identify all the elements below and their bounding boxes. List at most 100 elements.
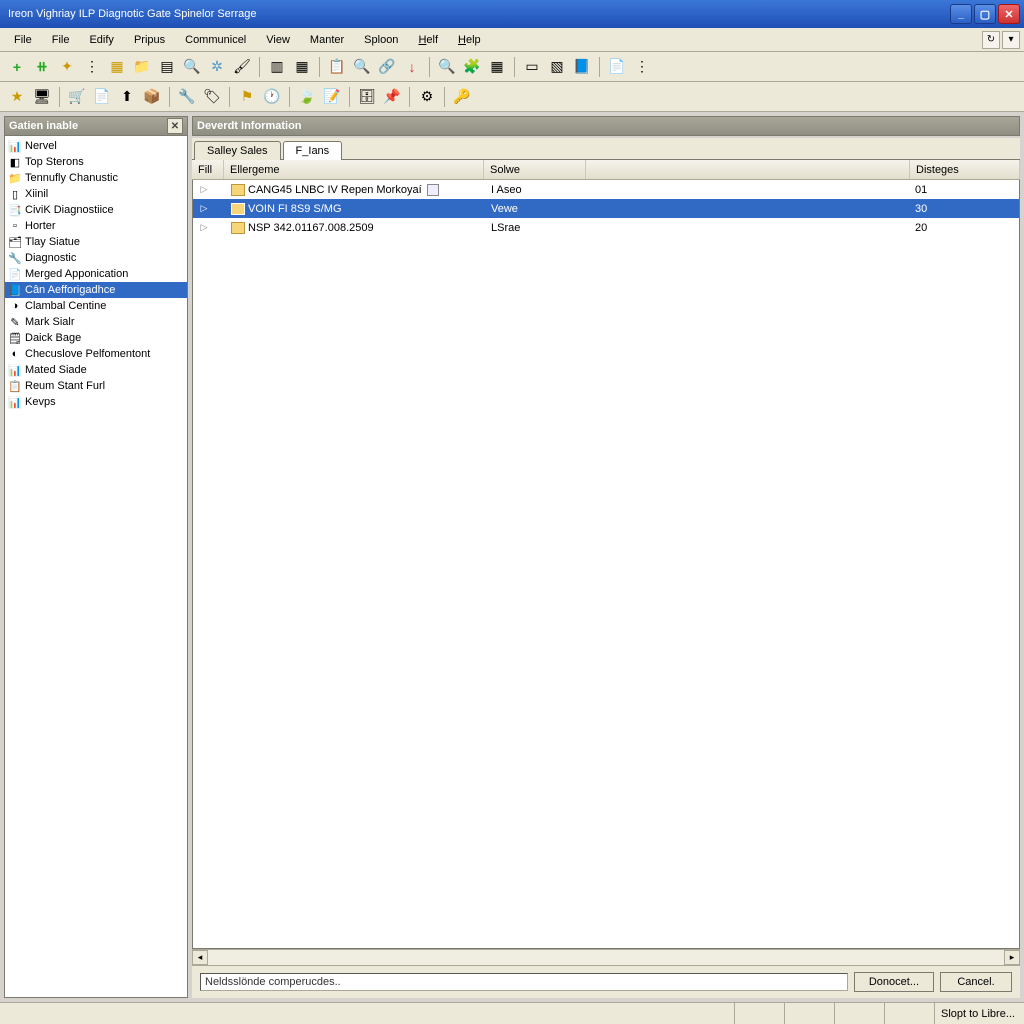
search-icon[interactable]: 🔍 <box>181 56 203 78</box>
add-icon[interactable]: + <box>6 56 28 78</box>
t2-monitor-icon[interactable]: 🖥 <box>31 86 53 108</box>
expand-icon[interactable]: ▷ <box>199 184 209 195</box>
tree-item-icon: 📄 <box>8 267 22 281</box>
toolbar-2: ★ 🖥 🛒 📄 ⬆ 📦 🔧 🏷 ⚑ 🕐 🍃 📝 🗄 📌 ⚙ 🔑 <box>0 82 1024 112</box>
tree-item-label: CiviK Diagnostiice <box>25 204 114 216</box>
scroll-track[interactable] <box>208 950 1004 965</box>
zoom-icon[interactable]: 🔍 <box>351 56 373 78</box>
maximize-button[interactable]: ▢ <box>974 4 996 24</box>
t2-up-icon[interactable]: ⬆ <box>116 86 138 108</box>
t2-clock-icon[interactable]: 🕐 <box>261 86 283 108</box>
scroll-left-icon[interactable]: ◂ <box>192 950 208 965</box>
menu-edify[interactable]: Edify <box>79 31 123 49</box>
menu-file-2[interactable]: File <box>42 31 80 49</box>
dropdown-small-icon[interactable]: ▾ <box>1002 31 1020 49</box>
more-icon[interactable]: ⋮ <box>631 56 653 78</box>
col-fill[interactable]: Fill <box>192 160 224 179</box>
menu-view[interactable]: View <box>256 31 300 49</box>
sidebar-close-icon[interactable]: ✕ <box>167 118 183 134</box>
sidebar-item-7[interactable]: 🔧Diagnostic <box>5 250 187 266</box>
sidebar-item-13[interactable]: ◐Checuslove Pelfomentont <box>5 346 187 362</box>
sidebar-item-9[interactable]: 📘Cân Aefforigadhce <box>5 282 187 298</box>
t2-doc-icon[interactable]: 📄 <box>91 86 113 108</box>
menu-manter[interactable]: Manter <box>300 31 354 49</box>
puzzle-icon[interactable]: 🧩 <box>461 56 483 78</box>
star-icon[interactable]: ✲ <box>206 56 228 78</box>
sparkle-icon[interactable]: ✦ <box>56 56 78 78</box>
menu-file-1[interactable]: File <box>4 31 42 49</box>
main-panel-header: Deverdt Information <box>192 116 1020 136</box>
link-icon[interactable]: 🔗 <box>376 56 398 78</box>
grid-icon[interactable]: ▤ <box>156 56 178 78</box>
t2-cart-icon[interactable]: 🛒 <box>66 86 88 108</box>
sidebar-item-6[interactable]: 🗂Tlay Siatue <box>5 234 187 250</box>
menu-communicel[interactable]: Communicel <box>175 31 256 49</box>
calendar-icon[interactable]: ▦ <box>486 56 508 78</box>
table-icon[interactable]: ▦ <box>291 56 313 78</box>
list-icon[interactable]: ▥ <box>266 56 288 78</box>
folder-icon <box>231 184 245 196</box>
refresh-small-icon[interactable]: ↻ <box>982 31 1000 49</box>
table-row[interactable]: ▷VOIN FI 8S9 S/MGVewe30 <box>193 199 1019 218</box>
t2-flag-icon[interactable]: ⚑ <box>236 86 258 108</box>
sidebar-item-8[interactable]: 📄Merged Apponication <box>5 266 187 282</box>
sidebar-item-1[interactable]: ◧Top Sterons <box>5 154 187 170</box>
col-ellergeme[interactable]: Ellergeme <box>224 160 484 179</box>
menu-help[interactable]: Help <box>448 31 491 49</box>
t2-leaf-icon[interactable]: 🍃 <box>296 86 318 108</box>
grid-body[interactable]: ▷CANG45 LNBC IV Repen MorkoyaíI Aseo01▷V… <box>192 180 1020 949</box>
t2-wrench-icon[interactable]: 🔧 <box>176 86 198 108</box>
col-solwe[interactable]: Solwe <box>484 160 586 179</box>
menu-pripus[interactable]: Pripus <box>124 31 175 49</box>
sidebar-tree[interactable]: 📊Nervel◧Top Sterons📁Tennufly Chanustic▯X… <box>4 136 188 998</box>
t2-star-icon[interactable]: ★ <box>6 86 28 108</box>
find-icon[interactable]: 🔍 <box>436 56 458 78</box>
col-disteges[interactable]: Disteges <box>910 160 1020 179</box>
minimize-button[interactable]: _ <box>950 4 972 24</box>
t2-pin-icon[interactable]: 📌 <box>381 86 403 108</box>
sidebar-item-11[interactable]: ✎Mark Sialr <box>5 314 187 330</box>
expand-icon[interactable]: ▷ <box>199 222 209 233</box>
sidebar-item-2[interactable]: 📁Tennufly Chanustic <box>5 170 187 186</box>
grip-icon[interactable]: ⋮ <box>81 56 103 78</box>
t2-gear-icon[interactable]: ⚙ <box>416 86 438 108</box>
menu-sploon[interactable]: Sploon <box>354 31 408 49</box>
close-button[interactable]: ✕ <box>998 4 1020 24</box>
sidebar-item-15[interactable]: 📋Reum Stant Furl <box>5 378 187 394</box>
scroll-right-icon[interactable]: ▸ <box>1004 950 1020 965</box>
sidebar-item-12[interactable]: 🗒Daick Bage <box>5 330 187 346</box>
page-icon[interactable]: ▦ <box>106 56 128 78</box>
t2-tag-icon[interactable]: 🏷 <box>201 86 223 108</box>
sidebar-item-10[interactable]: ◑Clambal Centine <box>5 298 187 314</box>
tree-item-label: Merged Apponication <box>25 268 128 280</box>
t2-note-icon[interactable]: 📝 <box>321 86 343 108</box>
window-icon[interactable]: ▭ <box>521 56 543 78</box>
sidebar-item-4[interactable]: 📑CiviK Diagnostiice <box>5 202 187 218</box>
t2-db-icon[interactable]: 🗄 <box>356 86 378 108</box>
layers-icon[interactable]: ▧ <box>546 56 568 78</box>
table-row[interactable]: ▷NSP 342.01167.008.2509LSrae20 <box>193 218 1019 237</box>
sidebar-title: Gatien inable <box>9 120 78 132</box>
sidebar-item-0[interactable]: 📊Nervel <box>5 138 187 154</box>
tab-1[interactable]: F_Ians <box>283 141 343 160</box>
brush-icon[interactable]: 🖌 <box>231 56 253 78</box>
sidebar-item-14[interactable]: 📊Mated Siade <box>5 362 187 378</box>
t2-key-icon[interactable]: 🔑 <box>451 86 473 108</box>
expand-icon[interactable]: ▷ <box>199 203 209 214</box>
t2-box-icon[interactable]: 📦 <box>141 86 163 108</box>
menu-helf[interactable]: Helf <box>408 31 448 49</box>
sidebar-item-16[interactable]: 📊Kevps <box>5 394 187 410</box>
add-multi-icon[interactable]: ⧺ <box>31 56 53 78</box>
horizontal-scrollbar[interactable]: ◂ ▸ <box>192 949 1020 965</box>
down-arrow-icon[interactable]: ↓ <box>401 56 423 78</box>
book-icon[interactable]: 📘 <box>571 56 593 78</box>
folder-icon[interactable]: 📁 <box>131 56 153 78</box>
table-row[interactable]: ▷CANG45 LNBC IV Repen MorkoyaíI Aseo01 <box>193 180 1019 199</box>
copy-icon[interactable]: 📋 <box>326 56 348 78</box>
sidebar-item-3[interactable]: ▯Xiinil <box>5 186 187 202</box>
donocet-button[interactable]: Donocet... <box>854 972 934 992</box>
sidebar-item-5[interactable]: ▫Horter <box>5 218 187 234</box>
document-icon[interactable]: 📄 <box>606 56 628 78</box>
tab-0[interactable]: Salley Sales <box>194 141 281 160</box>
cancel-button[interactable]: Cancel. <box>940 972 1012 992</box>
